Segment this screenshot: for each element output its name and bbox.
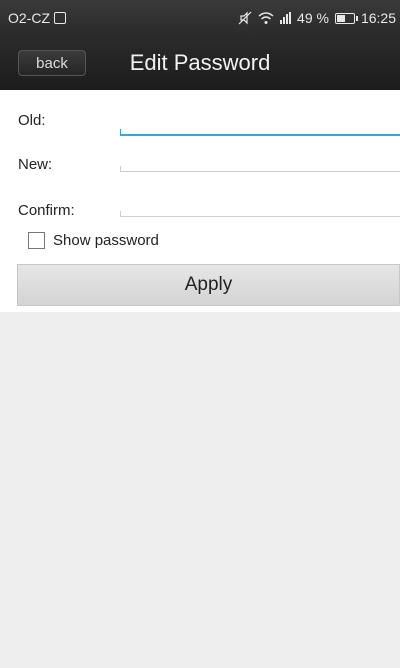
show-password-checkbox[interactable] <box>28 232 45 249</box>
status-carrier: O2-CZ <box>8 10 66 26</box>
carrier-name: O2-CZ <box>8 10 50 26</box>
wifi-icon <box>258 11 274 25</box>
signal-icon <box>280 12 292 24</box>
new-password-row: New: <box>0 144 400 188</box>
confirm-password-underline <box>120 211 400 217</box>
status-time: 16:25 <box>360 10 396 26</box>
empty-content-area <box>10 312 400 668</box>
image-notification-icon <box>54 12 66 24</box>
new-password-label: New: <box>18 156 53 173</box>
confirm-password-input[interactable] <box>120 198 400 228</box>
old-password-label: Old: <box>18 112 46 129</box>
show-password-row[interactable]: Show password <box>28 232 159 249</box>
new-password-underline <box>120 166 400 172</box>
show-password-label: Show password <box>53 232 159 249</box>
battery-icon <box>334 12 358 24</box>
confirm-password-row: Confirm: <box>0 190 400 234</box>
mute-icon <box>238 11 252 25</box>
confirm-password-label: Confirm: <box>18 202 75 219</box>
status-bar: O2-CZ 49 % 16:25 <box>0 0 400 36</box>
apply-button[interactable]: Apply <box>17 264 400 306</box>
new-password-input[interactable] <box>120 152 400 182</box>
battery-percent: 49 % <box>297 10 329 26</box>
title-bar: back Edit Password <box>0 36 400 91</box>
old-password-row: Old: <box>0 100 400 144</box>
old-password-underline <box>120 129 400 136</box>
status-right: 49 % 16:25 <box>238 10 396 26</box>
page-title: Edit Password <box>129 50 271 75</box>
